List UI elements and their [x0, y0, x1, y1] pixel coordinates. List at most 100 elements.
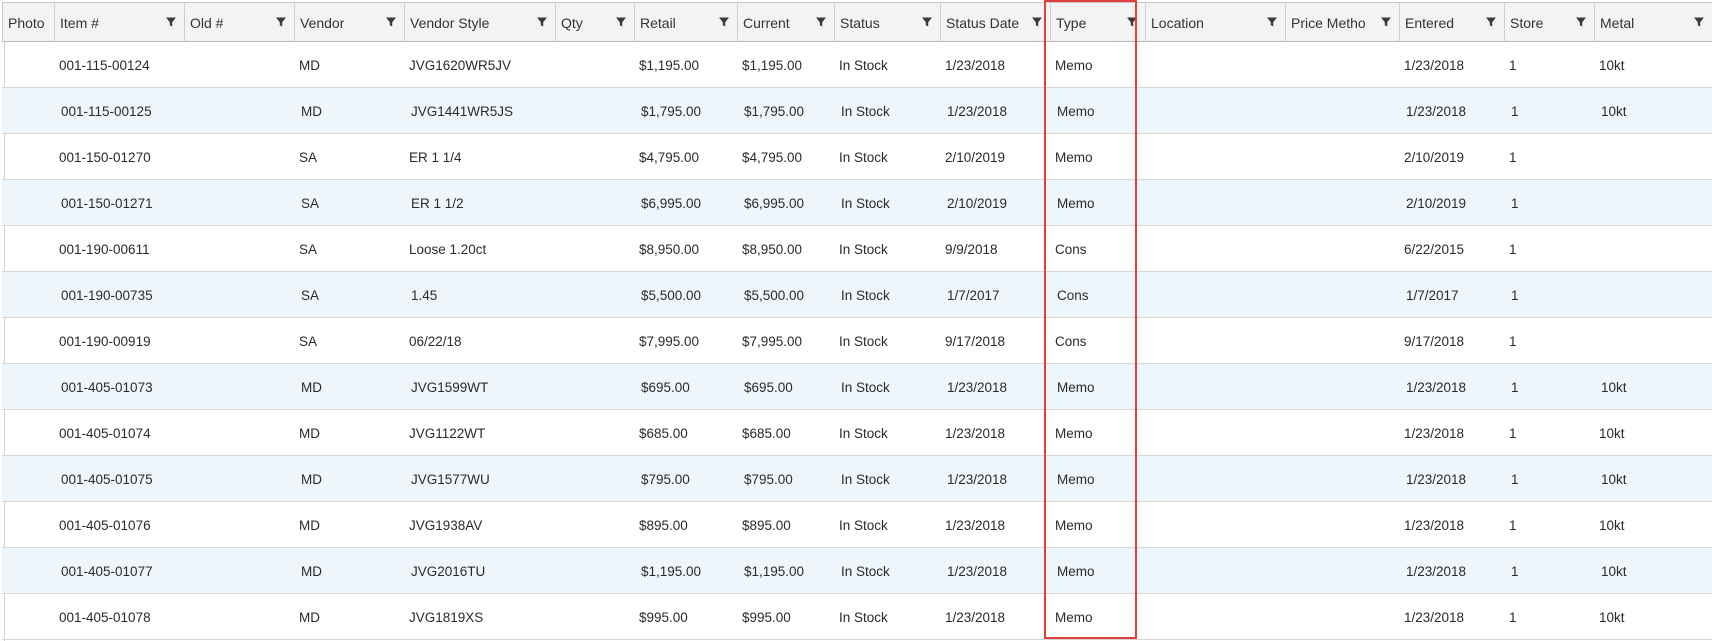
- cell-entered: 6/22/2015: [1404, 242, 1465, 257]
- cell-item: 001-405-01077: [61, 564, 153, 579]
- cell-store: 1: [1509, 426, 1517, 441]
- cell-vendor-style: ER 1 1/2: [411, 196, 464, 211]
- cell-retail: $995.00: [639, 610, 688, 625]
- column-header-type[interactable]: Type: [1050, 3, 1145, 41]
- column-header-store[interactable]: Store: [1504, 3, 1594, 41]
- column-header-status-date[interactable]: Status Date: [940, 3, 1050, 41]
- filter-funnel-icon[interactable]: [385, 16, 397, 28]
- column-header-qty[interactable]: Qty: [555, 3, 634, 41]
- grid-header: Photo Item # Old # Vendor Vendor Style Qty Ret…: [2, 2, 1712, 42]
- column-header-vendor-style[interactable]: Vendor Style: [404, 3, 555, 41]
- cell-item: 001-405-01073: [61, 380, 153, 395]
- cell-vendor-style: Loose 1.20ct: [409, 242, 487, 257]
- column-header-entered[interactable]: Entered: [1399, 3, 1504, 41]
- cell-status: In Stock: [841, 288, 890, 303]
- cell-vendor-style: JVG1938AV: [409, 518, 483, 533]
- cell-retail: $1,195.00: [641, 564, 702, 579]
- cell-type: Memo: [1055, 150, 1093, 165]
- cell-metal: 10kt: [1601, 472, 1627, 487]
- cell-vendor-style: JVG2016TU: [411, 564, 486, 579]
- filter-funnel-icon[interactable]: [275, 16, 287, 28]
- cell-entered: 1/23/2018: [1404, 518, 1465, 533]
- cell-status-date: 9/9/2018: [945, 242, 998, 257]
- column-header-item[interactable]: Item #: [54, 3, 184, 41]
- cell-store: 1: [1509, 58, 1517, 73]
- filter-funnel-icon[interactable]: [1380, 16, 1392, 28]
- table-row[interactable]: 001-405-01073 MD JVG1599WT $695.00 $695.00 In…: [2, 364, 1712, 410]
- table-row[interactable]: 001-190-00919 SA 06/22/18 $7,995.00 $7,995.0…: [2, 318, 1712, 364]
- cell-entered: 1/23/2018: [1406, 104, 1467, 119]
- filter-funnel-icon[interactable]: [1031, 16, 1043, 28]
- cell-status: In Stock: [839, 426, 888, 441]
- column-header-label: Status Date: [946, 15, 1020, 31]
- table-row[interactable]: 001-405-01078 MD JVG1819XS $995.00 $995.00 In…: [2, 594, 1712, 640]
- filter-funnel-icon[interactable]: [1266, 16, 1278, 28]
- cell-status: In Stock: [841, 564, 890, 579]
- cell-store: 1: [1511, 104, 1519, 119]
- filter-funnel-icon[interactable]: [536, 16, 548, 28]
- cell-vendor: MD: [301, 380, 322, 395]
- filter-funnel-icon[interactable]: [1485, 16, 1497, 28]
- table-row[interactable]: 001-150-01271 SA ER 1 1/2 $6,995.00 $6,995.0…: [2, 180, 1712, 226]
- cell-item: 001-190-00611: [59, 242, 150, 257]
- filter-funnel-icon[interactable]: [815, 16, 827, 28]
- table-row[interactable]: 001-190-00735 SA 1.45 $5,500.00 $5,500.00 In …: [2, 272, 1712, 318]
- column-header-current[interactable]: Current: [737, 3, 834, 41]
- cell-current: $1,195.00: [744, 564, 805, 579]
- cell-status-date: 9/17/2018: [945, 334, 1006, 349]
- column-header-old[interactable]: Old #: [184, 3, 294, 41]
- cell-type: Memo: [1055, 518, 1093, 533]
- column-header-vendor[interactable]: Vendor: [294, 3, 404, 41]
- cell-current: $1,195.00: [742, 58, 803, 73]
- column-header-retail[interactable]: Retail: [634, 3, 737, 41]
- cell-entered: 1/7/2017: [1406, 288, 1459, 303]
- column-header-label: Retail: [640, 15, 676, 31]
- cell-vendor-style: JVG1577WU: [411, 472, 490, 487]
- filter-funnel-icon[interactable]: [1575, 16, 1587, 28]
- cell-store: 1: [1511, 380, 1519, 395]
- cell-status: In Stock: [841, 104, 890, 119]
- cell-item: 001-405-01078: [59, 610, 151, 625]
- cell-current: $4,795.00: [742, 150, 803, 165]
- filter-funnel-icon[interactable]: [1126, 16, 1138, 28]
- filter-funnel-icon[interactable]: [165, 16, 177, 28]
- cell-vendor: MD: [301, 104, 322, 119]
- column-header-label: Item #: [60, 15, 99, 31]
- table-row[interactable]: 001-190-00611 SA Loose 1.20ct $8,950.00 $8,9…: [2, 226, 1712, 272]
- filter-funnel-icon[interactable]: [718, 16, 730, 28]
- cell-retail: $685.00: [639, 426, 688, 441]
- filter-funnel-icon[interactable]: [921, 16, 933, 28]
- table-row[interactable]: 001-115-00124 MD JVG1620WR5JV $1,195.00 $1,1…: [2, 42, 1712, 88]
- cell-retail: $8,950.00: [639, 242, 700, 257]
- filter-funnel-icon[interactable]: [1693, 16, 1705, 28]
- table-row[interactable]: 001-405-01074 MD JVG1122WT $685.00 $685.00 In…: [2, 410, 1712, 456]
- column-header-label: Qty: [561, 15, 583, 31]
- table-row[interactable]: 001-405-01077 MD JVG2016TU $1,195.00 $1,195.…: [2, 548, 1712, 594]
- filter-funnel-icon[interactable]: [615, 16, 627, 28]
- cell-vendor: SA: [301, 288, 320, 303]
- cell-vendor-style: JVG1819XS: [409, 610, 484, 625]
- cell-current: $7,995.00: [742, 334, 803, 349]
- column-header-label: Type: [1056, 15, 1087, 31]
- table-row[interactable]: 001-150-01270 SA ER 1 1/4 $4,795.00 $4,795.0…: [2, 134, 1712, 180]
- cell-retail: $1,195.00: [639, 58, 700, 73]
- cell-status-date: 1/23/2018: [945, 58, 1006, 73]
- table-row[interactable]: 001-405-01075 MD JVG1577WU $795.00 $795.00 In…: [2, 456, 1712, 502]
- cell-retail: $1,795.00: [641, 104, 702, 119]
- column-header-status[interactable]: Status: [834, 3, 940, 41]
- table-row[interactable]: 001-115-00125 MD JVG1441WR5JS $1,795.00 $1,7…: [2, 88, 1712, 134]
- cell-status: In Stock: [839, 150, 888, 165]
- table-row[interactable]: 001-405-01076 MD JVG1938AV $895.00 $895.00 In…: [2, 502, 1712, 548]
- cell-store: 1: [1511, 472, 1519, 487]
- cell-metal: 10kt: [1599, 426, 1625, 441]
- column-header-location[interactable]: Location: [1145, 3, 1285, 41]
- column-header-price-method[interactable]: Price Metho: [1285, 3, 1399, 41]
- column-header-metal[interactable]: Metal: [1594, 3, 1712, 41]
- column-header-photo[interactable]: Photo: [2, 3, 54, 41]
- cell-entered: 2/10/2019: [1406, 196, 1467, 211]
- cell-status-date: 2/10/2019: [947, 196, 1008, 211]
- column-header-label: Status: [840, 15, 880, 31]
- cell-store: 1: [1509, 518, 1517, 533]
- cell-retail: $6,995.00: [641, 196, 702, 211]
- cell-status: In Stock: [841, 380, 890, 395]
